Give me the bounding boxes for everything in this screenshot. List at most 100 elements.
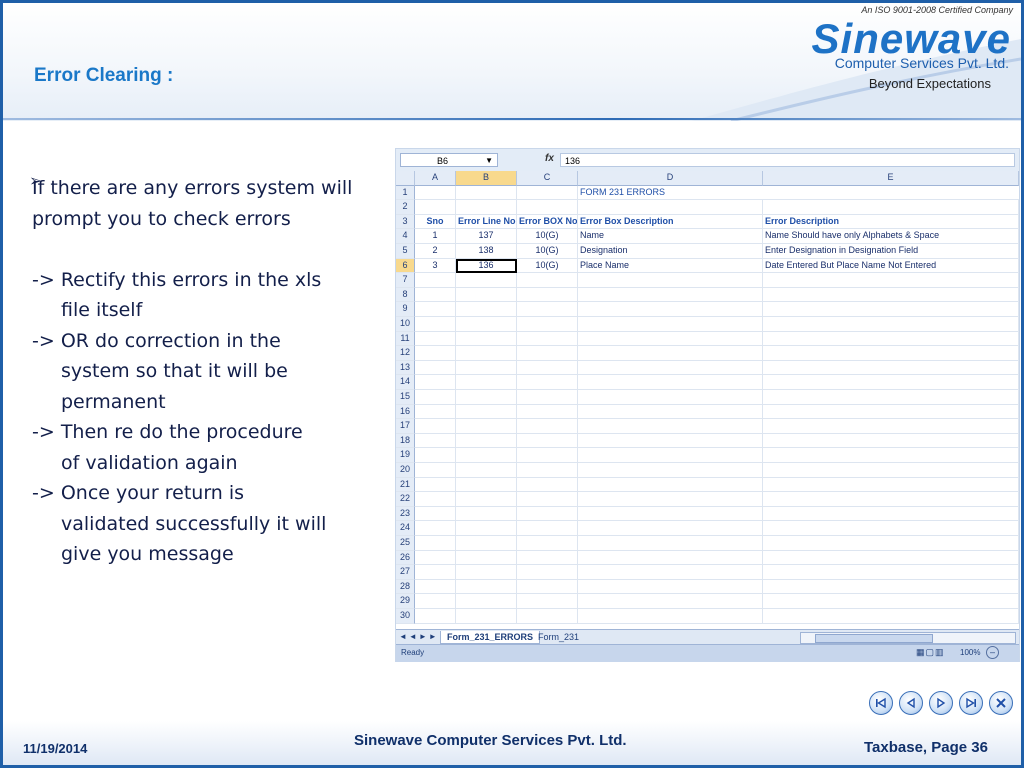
grid-cell[interactable] [415, 463, 456, 478]
grid-cell[interactable] [578, 419, 763, 434]
previous-slide-icon[interactable] [899, 691, 923, 715]
grid-cell[interactable] [456, 506, 517, 522]
column-header-d[interactable]: D [578, 171, 763, 186]
grid-cell[interactable] [517, 273, 578, 288]
grid-cell[interactable] [578, 346, 763, 361]
grid-cell[interactable] [517, 404, 578, 420]
grid-cell[interactable] [578, 375, 763, 390]
row-header[interactable]: 9 [396, 302, 415, 317]
grid-cell[interactable]: FORM 231 ERRORS [578, 186, 1019, 201]
row-header[interactable]: 29 [396, 594, 415, 609]
grid-cell[interactable] [763, 419, 1019, 434]
grid-cell[interactable] [578, 331, 763, 347]
grid-cell[interactable] [415, 360, 456, 376]
grid-cell[interactable] [763, 375, 1019, 390]
grid-cell[interactable] [415, 609, 456, 624]
grid-cell[interactable] [456, 273, 517, 288]
grid-cell[interactable] [456, 375, 517, 390]
grid-cell[interactable] [517, 506, 578, 522]
grid-cell[interactable] [578, 536, 763, 551]
grid-cell[interactable] [763, 404, 1019, 420]
grid-cell[interactable] [456, 331, 517, 347]
grid-cell[interactable] [415, 433, 456, 449]
view-buttons-icon[interactable]: ▦▢▥ [916, 647, 945, 658]
grid-cell[interactable] [456, 550, 517, 566]
grid-cell[interactable] [456, 579, 517, 595]
grid-cell[interactable]: Place Name [578, 258, 763, 274]
grid-cell[interactable] [456, 185, 517, 201]
grid-cell[interactable] [578, 579, 763, 595]
grid-cell[interactable] [456, 404, 517, 420]
close-icon[interactable] [989, 691, 1013, 715]
grid-cell[interactable] [456, 609, 517, 624]
horizontal-scrollbar[interactable] [800, 632, 1016, 644]
tab-form-231[interactable]: Form_231 [532, 631, 585, 643]
row-header[interactable]: 22 [396, 492, 415, 507]
grid-cell[interactable] [517, 477, 578, 493]
row-header[interactable]: 30 [396, 609, 415, 624]
zoom-out-icon[interactable]: – [986, 646, 999, 659]
next-slide-icon[interactable] [929, 691, 953, 715]
grid-cell[interactable]: 10(G) [517, 229, 578, 244]
grid-cell[interactable] [517, 521, 578, 536]
grid-cell[interactable] [456, 433, 517, 449]
sheet-nav-arrows-icon[interactable]: ◄◄►► [399, 632, 439, 641]
row-header[interactable]: 27 [396, 565, 415, 580]
grid-cell[interactable] [517, 579, 578, 595]
grid-cell[interactable] [415, 521, 456, 536]
row-header[interactable]: 5 [396, 244, 415, 259]
column-header-b[interactable]: B [456, 171, 517, 186]
row-header[interactable]: 11 [396, 331, 415, 347]
grid-cell[interactable] [578, 550, 763, 566]
grid-cell[interactable] [578, 594, 763, 609]
grid-cell[interactable] [415, 594, 456, 609]
chevron-down-icon[interactable]: ▼ [485, 154, 493, 168]
grid-cell[interactable]: Error Description [763, 214, 1019, 230]
row-header[interactable]: 7 [396, 273, 415, 288]
row-header[interactable]: 4 [396, 229, 415, 244]
grid-cell[interactable] [415, 419, 456, 434]
row-header[interactable]: 12 [396, 346, 415, 361]
select-all-corner[interactable] [396, 171, 415, 186]
grid-cell[interactable] [763, 390, 1019, 405]
grid-cell[interactable] [763, 302, 1019, 317]
grid-cell[interactable] [415, 404, 456, 420]
grid-cell[interactable] [763, 317, 1019, 332]
grid-cell[interactable] [456, 565, 517, 580]
row-header[interactable]: 21 [396, 477, 415, 493]
scrollbar-thumb[interactable] [815, 634, 933, 643]
last-slide-icon[interactable] [959, 691, 983, 715]
grid-cell[interactable] [578, 433, 763, 449]
grid-cell[interactable]: 138 [456, 244, 517, 259]
grid-cell[interactable] [517, 185, 578, 201]
grid-cell[interactable] [456, 346, 517, 361]
grid-cell[interactable] [456, 302, 517, 317]
grid-cell[interactable] [763, 477, 1019, 493]
first-slide-icon[interactable] [869, 691, 893, 715]
grid-cell[interactable]: Sno [415, 214, 456, 230]
grid-cell[interactable] [415, 302, 456, 317]
grid-cell[interactable] [517, 565, 578, 580]
grid-cell[interactable] [578, 287, 763, 303]
grid-cell[interactable] [578, 448, 763, 463]
grid-cell[interactable] [763, 550, 1019, 566]
grid-cell[interactable] [415, 506, 456, 522]
grid-cell[interactable] [578, 273, 763, 288]
row-header[interactable]: 18 [396, 433, 415, 449]
grid-cell[interactable] [517, 331, 578, 347]
grid-cell[interactable] [517, 492, 578, 507]
grid-cell[interactable] [517, 390, 578, 405]
grid-cell[interactable]: Error BOX No [517, 214, 578, 230]
grid-cell[interactable] [763, 565, 1019, 580]
grid-cell[interactable] [578, 565, 763, 580]
grid-cell[interactable] [763, 273, 1019, 288]
grid-cell[interactable] [415, 390, 456, 405]
grid-cell[interactable] [517, 317, 578, 332]
row-header[interactable]: 1 [396, 185, 415, 201]
grid-cell[interactable] [456, 492, 517, 507]
grid-cell[interactable] [415, 448, 456, 463]
row-header[interactable]: 6 [396, 258, 415, 274]
grid-cell[interactable] [517, 375, 578, 390]
grid-cell[interactable] [763, 506, 1019, 522]
grid-cell[interactable] [517, 463, 578, 478]
